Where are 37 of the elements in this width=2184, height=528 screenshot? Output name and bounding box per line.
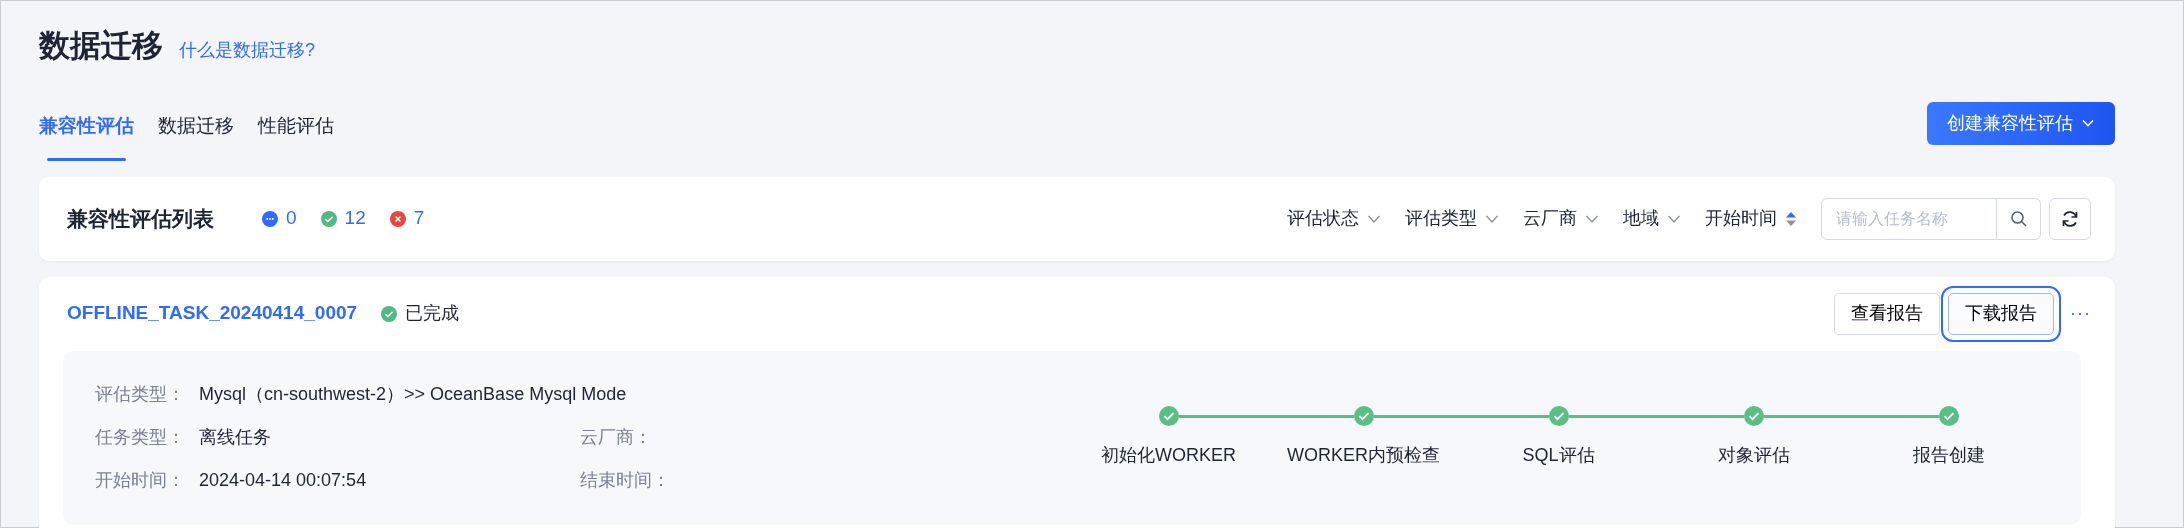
page-title: 数据迁移 [39,27,163,65]
step-label: WORKER内预检查 [1287,444,1440,467]
help-link[interactable]: 什么是数据迁移? [179,37,315,64]
field-value: Mysql（cn-southwest-2）>> OceanBase Mysql Mode [199,383,627,406]
sort-button[interactable]: 开始时间 [1705,205,1797,232]
field-label: 开始时间： [95,469,186,492]
field-label: 评估类型： [95,383,186,406]
tab[interactable]: 数据迁移 [158,112,234,161]
filter-dropdown[interactable]: 评估状态 [1287,205,1381,232]
refresh-icon [2060,208,2080,229]
status-label: 已完成 [405,302,460,325]
field-label: 结束时间： [580,469,671,492]
filter-dropdown[interactable]: 评估类型 [1405,205,1499,232]
search-button[interactable] [1997,197,2041,240]
search-icon [2009,209,2028,228]
status-count[interactable]: 7 [413,204,425,233]
status-count[interactable]: 0 [286,204,297,233]
step-label: SQL评估 [1522,444,1595,467]
search-field[interactable]: 请输入任务名称 [1821,197,1997,240]
create-button[interactable]: 创建兼容性评估 [1927,101,2115,145]
status-count[interactable]: 12 [344,204,366,233]
step-label: 对象评估 [1717,444,1790,467]
list-title: 兼容性评估列表 [66,205,214,232]
field-value: 2024-04-14 00:07:54 [199,469,367,492]
step-label: 报告创建 [1912,444,1985,467]
tab[interactable]: 兼容性评估 [39,112,134,161]
step-label: 初始化WORKER [1101,444,1236,467]
field-value: 离线任务 [199,426,271,449]
task-name-link[interactable]: OFFLINE_TASK_20240414_0007 [67,299,358,328]
filter-dropdown[interactable]: 地域 [1623,205,1681,232]
field-label: 云厂商： [580,426,653,449]
tab[interactable]: 性能评估 [258,112,334,161]
filter-dropdown[interactable]: 云厂商 [1523,205,1599,232]
field-label: 任务类型： [95,426,186,449]
refresh-button[interactable] [2049,197,2091,240]
more-icon[interactable]: ··· [2070,300,2091,327]
report-button[interactable]: 查看报告 [1834,292,1940,335]
